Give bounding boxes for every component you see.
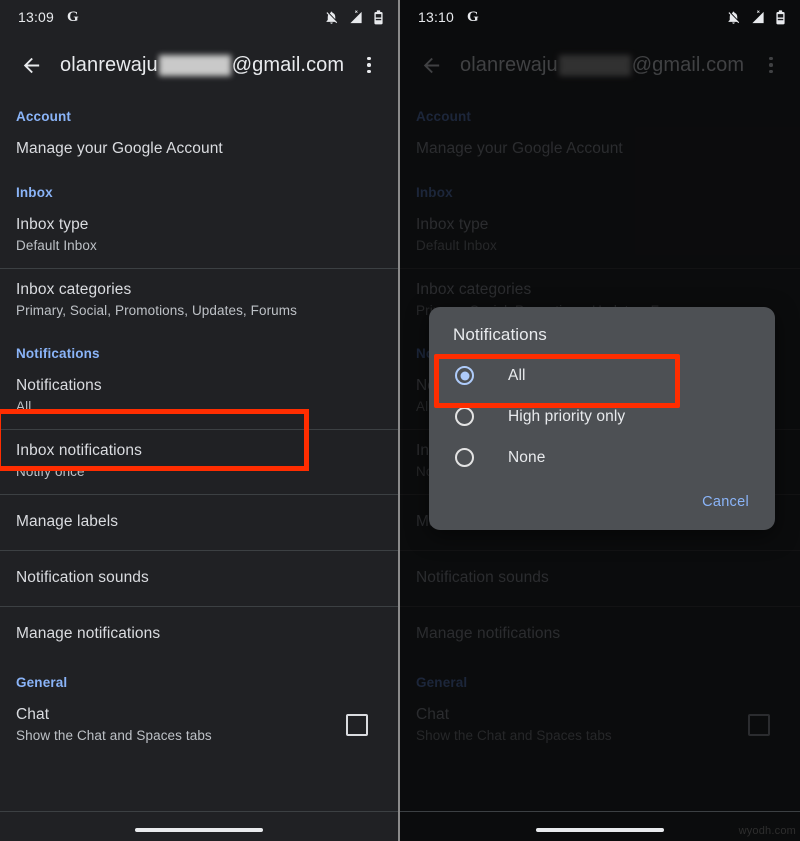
row-title: Manage notifications	[16, 624, 382, 644]
section-header-general: General	[0, 662, 398, 694]
google-logo-icon: G	[467, 9, 479, 26]
row-texts: Inbox notifications Notify once	[16, 441, 382, 481]
signal-no-data-icon	[750, 10, 766, 25]
divider	[0, 811, 398, 812]
section-header-account: Account	[0, 96, 398, 128]
row-title: Inbox categories	[16, 280, 382, 300]
google-logo-icon: G	[67, 9, 79, 26]
email-suffix: @gmail.com	[232, 54, 344, 77]
row-subtitle: Primary, Social, Promotions, Updates, Fo…	[16, 302, 382, 320]
signal-no-data-icon	[348, 10, 364, 25]
dialog-title: Notifications	[429, 325, 775, 355]
row-title: Notifications	[16, 376, 382, 396]
dual-screenshot-comparison: 13:09 G olanrewaju @	[0, 0, 800, 841]
chat-checkbox[interactable]	[346, 714, 368, 736]
row-title: Manage your Google Account	[16, 139, 382, 159]
gesture-nav-area	[0, 811, 398, 841]
dot	[367, 70, 371, 74]
row-texts: Manage labels	[16, 512, 382, 532]
phone-screen-right: 13:10 G olanrewaju @	[400, 0, 800, 841]
row-notification-sounds[interactable]: Notification sounds	[0, 551, 398, 606]
dialog-actions: Cancel	[429, 478, 775, 524]
row-manage-labels[interactable]: Manage labels	[0, 495, 398, 550]
row-title: Manage labels	[16, 512, 382, 532]
phone-screen-left: 13:09 G olanrewaju @	[0, 0, 398, 841]
row-inbox-categories[interactable]: Inbox categories Primary, Social, Promot…	[0, 269, 398, 333]
dialog-option-high-priority-only[interactable]: High priority only	[429, 396, 775, 437]
dialog-option-none[interactable]: None	[429, 437, 775, 478]
row-texts: Manage notifications	[16, 624, 382, 644]
row-texts: Inbox categories Primary, Social, Promot…	[16, 280, 382, 320]
row-title: Notification sounds	[16, 568, 382, 588]
row-subtitle: Default Inbox	[16, 237, 382, 255]
divider	[400, 811, 800, 812]
row-manage-google-account[interactable]: Manage your Google Account	[0, 128, 398, 172]
row-manage-notifications[interactable]: Manage notifications	[0, 607, 398, 662]
row-inbox-type[interactable]: Inbox type Default Inbox	[0, 204, 398, 268]
status-time: 13:10	[418, 9, 454, 25]
row-texts: Inbox type Default Inbox	[16, 215, 382, 255]
row-title: Inbox notifications	[16, 441, 382, 461]
row-title: Inbox type	[16, 215, 382, 235]
status-icons	[324, 10, 384, 25]
account-email-title: olanrewaju @gmail.com	[60, 54, 354, 77]
battery-icon	[775, 10, 786, 25]
battery-icon	[373, 10, 384, 25]
notifications-off-icon	[726, 10, 741, 25]
status-time: 13:09	[18, 9, 54, 25]
section-header-notifications: Notifications	[0, 333, 398, 365]
status-bar: 13:09 G	[0, 0, 398, 34]
row-texts: Notifications All	[16, 376, 382, 416]
panel-divider	[398, 0, 400, 841]
home-gesture-bar[interactable]	[135, 828, 263, 832]
dialog-option-all[interactable]: All	[429, 355, 775, 396]
dot	[367, 63, 371, 67]
status-bar: 13:10 G	[400, 0, 800, 34]
section-header-inbox: Inbox	[0, 172, 398, 204]
email-prefix: olanrewaju	[60, 54, 158, 77]
option-label: All	[508, 367, 526, 385]
row-notifications[interactable]: Notifications All	[0, 365, 398, 429]
back-arrow-icon[interactable]	[14, 48, 48, 82]
status-icons	[726, 10, 786, 25]
settings-list: Account Manage your Google Account Inbox…	[0, 96, 398, 758]
row-subtitle: All	[16, 398, 382, 416]
row-chat[interactable]: Chat Show the Chat and Spaces tabs	[0, 694, 398, 758]
row-subtitle: Notify once	[16, 463, 382, 481]
notifications-dialog: Notifications All High priority only Non…	[429, 307, 775, 530]
cancel-button[interactable]: Cancel	[696, 490, 755, 514]
more-options-icon[interactable]	[354, 48, 384, 82]
row-inbox-notifications[interactable]: Inbox notifications Notify once	[0, 430, 398, 494]
row-texts: Notification sounds	[16, 568, 382, 588]
row-texts: Chat Show the Chat and Spaces tabs	[16, 705, 346, 745]
radio-unselected-icon[interactable]	[455, 448, 474, 467]
radio-selected-icon[interactable]	[455, 366, 474, 385]
row-subtitle: Show the Chat and Spaces tabs	[16, 727, 346, 745]
redacted-email-block	[159, 55, 231, 76]
option-label: None	[508, 449, 545, 467]
home-gesture-bar[interactable]	[536, 828, 664, 832]
radio-unselected-icon[interactable]	[455, 407, 474, 426]
app-bar: olanrewaju @gmail.com	[0, 34, 398, 96]
watermark: wyodh.com	[739, 825, 796, 837]
notifications-off-icon	[324, 10, 339, 25]
row-texts: Manage your Google Account	[16, 139, 382, 159]
option-label: High priority only	[508, 408, 625, 426]
row-title: Chat	[16, 705, 346, 725]
dot	[367, 57, 371, 61]
